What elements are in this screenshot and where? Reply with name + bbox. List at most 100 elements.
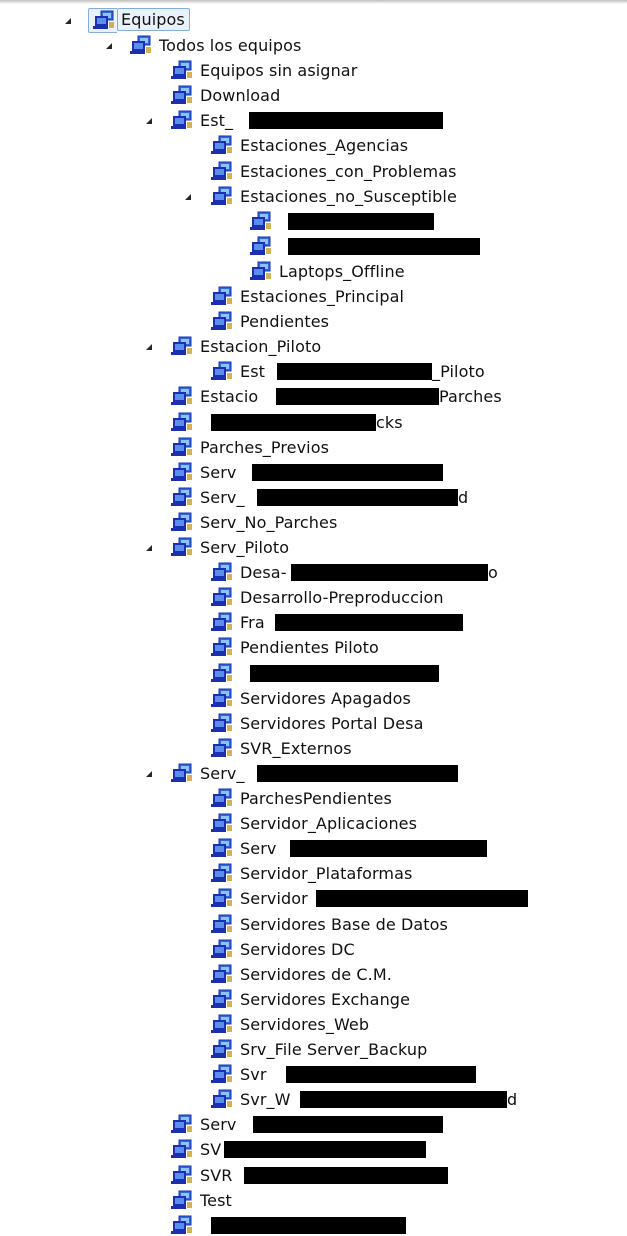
tree-node-label: Fra [240, 613, 265, 632]
tree-node-label: Servidores Exchange [240, 990, 411, 1009]
tree-node[interactable]: Estaciones_no_Susceptible [0, 184, 627, 209]
tree-node[interactable]: Servidor [0, 886, 627, 911]
tree-node[interactable]: Servidor_Aplicaciones [0, 811, 627, 836]
tree-node[interactable]: Servidores DC [0, 937, 627, 962]
computers-group-icon [171, 462, 192, 481]
tree-node[interactable]: Estacion_Piloto [0, 334, 627, 359]
tree-node-label-suffix: Parches [439, 387, 502, 406]
tree-node[interactable]: Fra [0, 610, 627, 635]
tree-node[interactable]: Servidor_Plataformas [0, 861, 627, 886]
tree-node[interactable]: cks [0, 410, 627, 435]
tree-node[interactable]: Est _Piloto [0, 359, 627, 384]
tree-node[interactable]: Svr_W d [0, 1087, 627, 1112]
tree-node-label: Desa- [240, 563, 287, 582]
tree-node[interactable]: Equipos sin asignar [0, 58, 627, 83]
tree-node[interactable]: Servidores de C.M. [0, 962, 627, 987]
tree-node[interactable]: Todos los equipos [0, 33, 627, 58]
tree-node-label: Estaciones_Principal [240, 287, 405, 306]
tree-node[interactable]: Serv_ d [0, 485, 627, 510]
tree-node[interactable]: SV [0, 1137, 627, 1162]
tree-node-label-suffix: _Piloto [432, 362, 485, 381]
tree-node[interactable]: Est_ [0, 108, 627, 133]
tree-node[interactable]: Srv_File Server_Backup [0, 1037, 627, 1062]
collapse-arrow-icon[interactable] [146, 545, 152, 551]
tree-node[interactable]: Serv [0, 460, 627, 485]
tree-node-label: Servidores_Web [240, 1015, 370, 1034]
collapse-arrow-icon[interactable] [106, 43, 112, 49]
tree-node-label: Download [200, 86, 281, 105]
redaction-bar [253, 1116, 443, 1133]
tree-node[interactable]: Svr [0, 1062, 627, 1087]
tree-node-label: Servidor_Aplicaciones [240, 814, 418, 833]
tree-node[interactable]: Download [0, 83, 627, 108]
tree-node[interactable]: Servidores Exchange [0, 987, 627, 1012]
tree-node-label: Equipos [117, 8, 190, 31]
tree-node-label: Serv [200, 463, 237, 482]
tree-node[interactable]: ParchesPendientes [0, 786, 627, 811]
tree-node[interactable]: Serv_No_Parches [0, 510, 627, 535]
tree-node[interactable]: Estaciones_Agencias [0, 133, 627, 158]
tree-node[interactable]: Servidores Base de Datos [0, 912, 627, 937]
computers-group-icon [211, 1064, 232, 1083]
tree-node[interactable]: Estacio Parches [0, 384, 627, 409]
computers-group-icon [211, 788, 232, 807]
redaction-bar [249, 112, 443, 129]
tree-node[interactable] [0, 661, 627, 686]
redaction-bar [252, 464, 443, 481]
tree-node-label-suffix: d [458, 488, 469, 507]
tree-node[interactable] [0, 234, 627, 259]
computers-group-icon [171, 85, 192, 104]
tree-node[interactable]: Serv_ [0, 761, 627, 786]
collapse-arrow-icon[interactable] [185, 194, 191, 200]
computers-group-icon [171, 1139, 192, 1158]
tree-node[interactable]: Serv [0, 1112, 627, 1137]
tree-node-label: Estacio [200, 387, 259, 406]
tree-node[interactable]: Desarrollo-Preproduccion [0, 585, 627, 610]
computers-group-icon [93, 10, 114, 29]
computers-group-icon [211, 361, 232, 380]
tree-node-label: Serv_No_Parches [200, 513, 338, 532]
computers-group-icon [211, 612, 232, 631]
redaction-bar [286, 1066, 476, 1083]
computers-group-icon [171, 1215, 192, 1234]
redaction-bar [211, 1217, 406, 1234]
tree-node[interactable] [0, 209, 627, 234]
collapse-arrow-icon[interactable] [146, 344, 152, 350]
tree-node[interactable]: Estaciones_con_Problemas [0, 159, 627, 184]
redaction-bar [257, 765, 458, 782]
tree-node[interactable]: Test [0, 1188, 627, 1213]
tree-node[interactable]: SVR [0, 1163, 627, 1188]
tree-node[interactable]: Servidores Apagados [0, 686, 627, 711]
tree-node[interactable]: Parches_Previos [0, 435, 627, 460]
computer-groups-tree: Equipos Todos los equipos Equipos sin asi… [0, 0, 627, 1236]
tree-node-label: Serv_ [200, 488, 245, 507]
tree-node-label: Serv_Piloto [200, 538, 290, 557]
computers-group-icon [211, 186, 232, 205]
collapse-arrow-icon[interactable] [146, 771, 152, 777]
tree-node[interactable]: Servidores Portal Desa [0, 711, 627, 736]
tree-node-label: Serv [200, 1115, 237, 1134]
tree-node-label: Pendientes [240, 312, 330, 331]
tree-node[interactable]: Serv_Piloto [0, 535, 627, 560]
collapse-arrow-icon[interactable] [65, 18, 71, 24]
tree-node-label-suffix: cks [376, 413, 403, 432]
computers-group-icon [211, 813, 232, 832]
tree-node[interactable]: Pendientes Piloto [0, 635, 627, 660]
tree-node-equipos[interactable]: Equipos [0, 8, 627, 33]
collapse-arrow-icon[interactable] [146, 118, 152, 124]
redaction-bar [288, 238, 480, 255]
tree-node[interactable]: Desa-o [0, 560, 627, 585]
tree-node[interactable]: Estaciones_Principal [0, 284, 627, 309]
computers-group-icon [171, 110, 192, 129]
tree-node[interactable]: SVR_Externos [0, 736, 627, 761]
tree-node[interactable]: Pendientes [0, 309, 627, 334]
tree-node-label: Estacion_Piloto [200, 337, 322, 356]
tree-node[interactable]: Serv [0, 836, 627, 861]
tree-node-label: ParchesPendientes [240, 789, 392, 808]
tree-node[interactable]: Laptops_Offline [0, 259, 627, 284]
computers-group-icon [211, 939, 232, 958]
tree-node[interactable] [0, 1213, 627, 1236]
tree-node[interactable]: Servidores_Web [0, 1012, 627, 1037]
computers-group-icon [171, 1114, 192, 1133]
tree-node-label-suffix: d [507, 1090, 518, 1109]
